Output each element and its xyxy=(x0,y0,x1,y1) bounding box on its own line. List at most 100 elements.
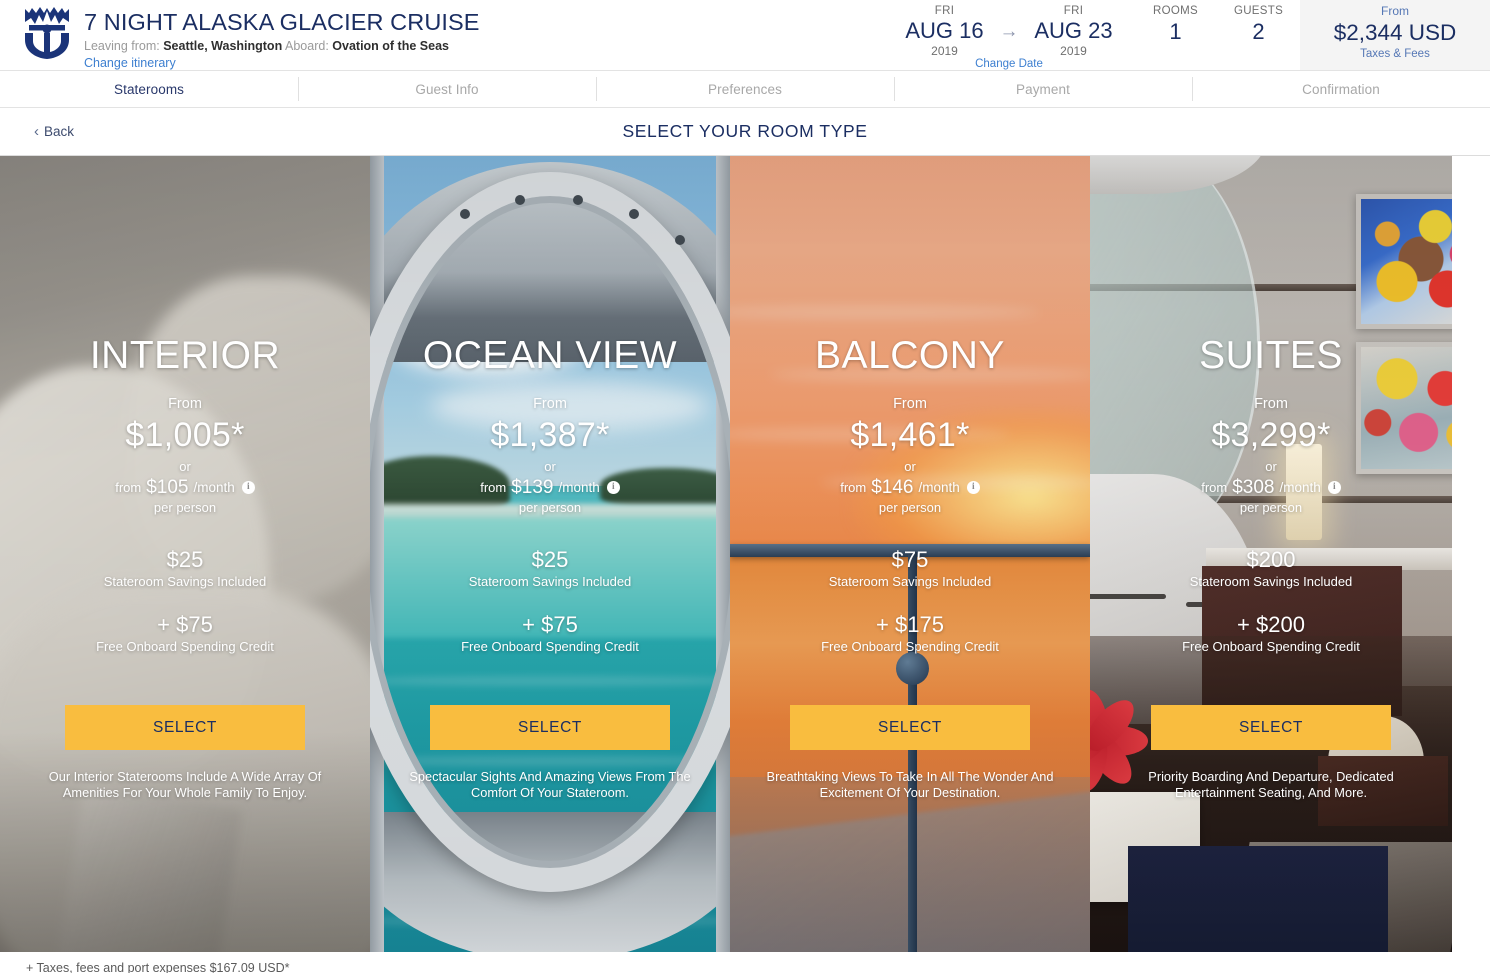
tab-payment[interactable]: Payment xyxy=(894,71,1192,107)
room-price: $1,005* xyxy=(125,416,245,454)
room-card-balcony[interactable]: BALCONY From $1,461* or from $146 /month… xyxy=(730,156,1090,952)
from-label: From xyxy=(168,396,202,412)
credit-amount: + $75 xyxy=(157,612,213,637)
room-title: INTERIOR xyxy=(89,334,281,377)
room-card-suites[interactable]: SUITES From $3,299* or from $308 /month … xyxy=(1090,156,1452,952)
rooms-label: ROOMS xyxy=(1153,5,1198,17)
cruise-title: 7 NIGHT ALASKA GLACIER CRUISE xyxy=(84,9,480,35)
rooms-value: 1 xyxy=(1169,19,1182,44)
tab-guest-info[interactable]: Guest Info xyxy=(298,71,596,107)
from-label: From xyxy=(1254,396,1288,412)
back-button[interactable]: ‹ Back xyxy=(34,124,74,139)
info-icon[interactable]: i xyxy=(1327,481,1341,494)
per-person-label: per person xyxy=(518,500,582,515)
per-month-label: /month xyxy=(1279,480,1321,495)
room-title: OCEAN VIEW xyxy=(422,334,678,377)
per-person-label: per person xyxy=(1239,500,1303,515)
credit-amount: + $175 xyxy=(876,612,944,637)
per-month-label: /month xyxy=(918,480,960,495)
leaving-from-label: Leaving from: xyxy=(84,39,160,53)
savings-amount: $25 xyxy=(166,547,204,572)
monthly-price-row: from $308 /month i xyxy=(1201,477,1341,498)
select-button-suites[interactable]: SELECT xyxy=(1151,705,1391,750)
room-type-card-row: INTERIOR From $1,005* or from $105 /mont… xyxy=(0,156,1490,952)
taxes-footnote: + Taxes, fees and port expenses $167.09 … xyxy=(26,961,290,973)
booking-steps-tabs: Staterooms Guest Info Preferences Paymen… xyxy=(0,71,1490,108)
monthly-from-label: from xyxy=(840,480,867,495)
chevron-left-icon: ‹ xyxy=(34,123,39,140)
rooms-block: ROOMS 1 xyxy=(1134,0,1217,70)
info-icon[interactable]: i xyxy=(966,481,980,494)
monthly-amount: $139 xyxy=(511,477,554,498)
savings-caption: Stateroom Savings Included xyxy=(468,574,632,589)
or-label: or xyxy=(544,459,556,474)
guests-value: 2 xyxy=(1252,19,1265,44)
select-button-balcony[interactable]: SELECT xyxy=(790,705,1030,750)
arrive-date-value: AUG 23 xyxy=(1034,18,1113,43)
credit-caption: Free Onboard Spending Credit xyxy=(821,639,999,654)
tab-preferences[interactable]: Preferences xyxy=(596,71,894,107)
monthly-from-label: from xyxy=(1201,480,1228,495)
price-value: $2,344 USD xyxy=(1333,20,1457,45)
savings-amount: $200 xyxy=(1246,547,1296,572)
arrive-date: FRI AUG 23 2019 xyxy=(1023,4,1125,59)
monthly-from-label: from xyxy=(480,480,507,495)
page-header: 7 NIGHT ALASKA GLACIER CRUISE Leaving fr… xyxy=(0,0,1490,71)
room-card-ocean-view[interactable]: OCEAN VIEW From $1,387* or from $139 /mo… xyxy=(370,156,730,952)
aboard-value: Ovation of the Seas xyxy=(332,39,449,53)
guests-block: GUESTS 2 xyxy=(1217,0,1300,70)
credit-amount: + $200 xyxy=(1237,612,1305,637)
aboard-label: Aboard: xyxy=(285,39,329,53)
monthly-amount: $146 xyxy=(871,477,914,498)
per-person-label: per person xyxy=(878,500,942,515)
change-date-link[interactable]: Change Date xyxy=(975,58,1043,70)
or-label: or xyxy=(179,459,191,474)
savings-caption: Stateroom Savings Included xyxy=(1189,574,1353,589)
date-arrow-icon: → xyxy=(999,21,1019,42)
change-itinerary-link[interactable]: Change itinerary xyxy=(84,55,480,71)
credit-caption: Free Onboard Spending Credit xyxy=(461,639,639,654)
price-taxes-fees-label[interactable]: Taxes & Fees xyxy=(1360,47,1430,62)
itinerary-summary: 7 NIGHT ALASKA GLACIER CRUISE Leaving fr… xyxy=(84,6,480,71)
room-price: $1,387* xyxy=(490,416,610,454)
credit-caption: Free Onboard Spending Credit xyxy=(96,639,274,654)
select-button-interior[interactable]: SELECT xyxy=(65,705,305,750)
total-price-block: From $2,344 USD Taxes & Fees xyxy=(1300,0,1490,70)
per-person-label: per person xyxy=(153,500,217,515)
arrive-dow: FRI xyxy=(1063,5,1084,17)
tab-staterooms[interactable]: Staterooms xyxy=(0,71,298,107)
credit-amount: + $75 xyxy=(522,612,578,637)
room-card-interior[interactable]: INTERIOR From $1,005* or from $105 /mont… xyxy=(0,156,370,952)
room-description: Our Interior Staterooms Include A Wide A… xyxy=(48,769,322,800)
from-label: From xyxy=(533,396,567,412)
room-description: Breathtaking Views To Take In All The Wo… xyxy=(766,769,1054,800)
depart-year: 2019 xyxy=(931,44,958,58)
page-subheader: ‹ Back SELECT YOUR ROOM TYPE xyxy=(0,108,1490,156)
savings-amount: $75 xyxy=(891,547,929,572)
itinerary-detail-line: Leaving from: Seattle, Washington Aboard… xyxy=(84,38,480,54)
select-button-ocean-view[interactable]: SELECT xyxy=(430,705,670,750)
depart-date: FRI AUG 16 2019 xyxy=(894,4,996,59)
credit-caption: Free Onboard Spending Credit xyxy=(1182,639,1360,654)
date-range-row: FRI AUG 16 2019 → FRI AUG 23 2019 xyxy=(894,4,1125,59)
from-label: From xyxy=(893,396,927,412)
per-month-label: /month xyxy=(558,480,600,495)
room-description: Spectacular Sights And Amazing Views Fro… xyxy=(409,769,691,800)
back-button-label: Back xyxy=(44,124,75,139)
depart-date-value: AUG 16 xyxy=(905,18,984,43)
tab-confirmation[interactable]: Confirmation xyxy=(1192,71,1490,107)
depart-dow: FRI xyxy=(934,5,955,17)
savings-amount: $25 xyxy=(531,547,569,572)
brand-zone: 7 NIGHT ALASKA GLACIER CRUISE Leaving fr… xyxy=(0,0,480,70)
room-title: BALCONY xyxy=(815,334,1005,377)
info-icon[interactable]: i xyxy=(606,481,620,494)
monthly-from-label: from xyxy=(115,480,142,495)
royal-caribbean-crown-anchor-logo xyxy=(25,7,69,59)
per-month-label: /month xyxy=(193,480,235,495)
monthly-amount: $308 xyxy=(1232,477,1275,498)
info-icon[interactable]: i xyxy=(241,481,255,494)
savings-caption: Stateroom Savings Included xyxy=(103,574,267,589)
or-label: or xyxy=(904,459,916,474)
header-summary-bar: FRI AUG 16 2019 → FRI AUG 23 2019 Change… xyxy=(884,0,1490,70)
monthly-amount: $105 xyxy=(146,477,189,498)
